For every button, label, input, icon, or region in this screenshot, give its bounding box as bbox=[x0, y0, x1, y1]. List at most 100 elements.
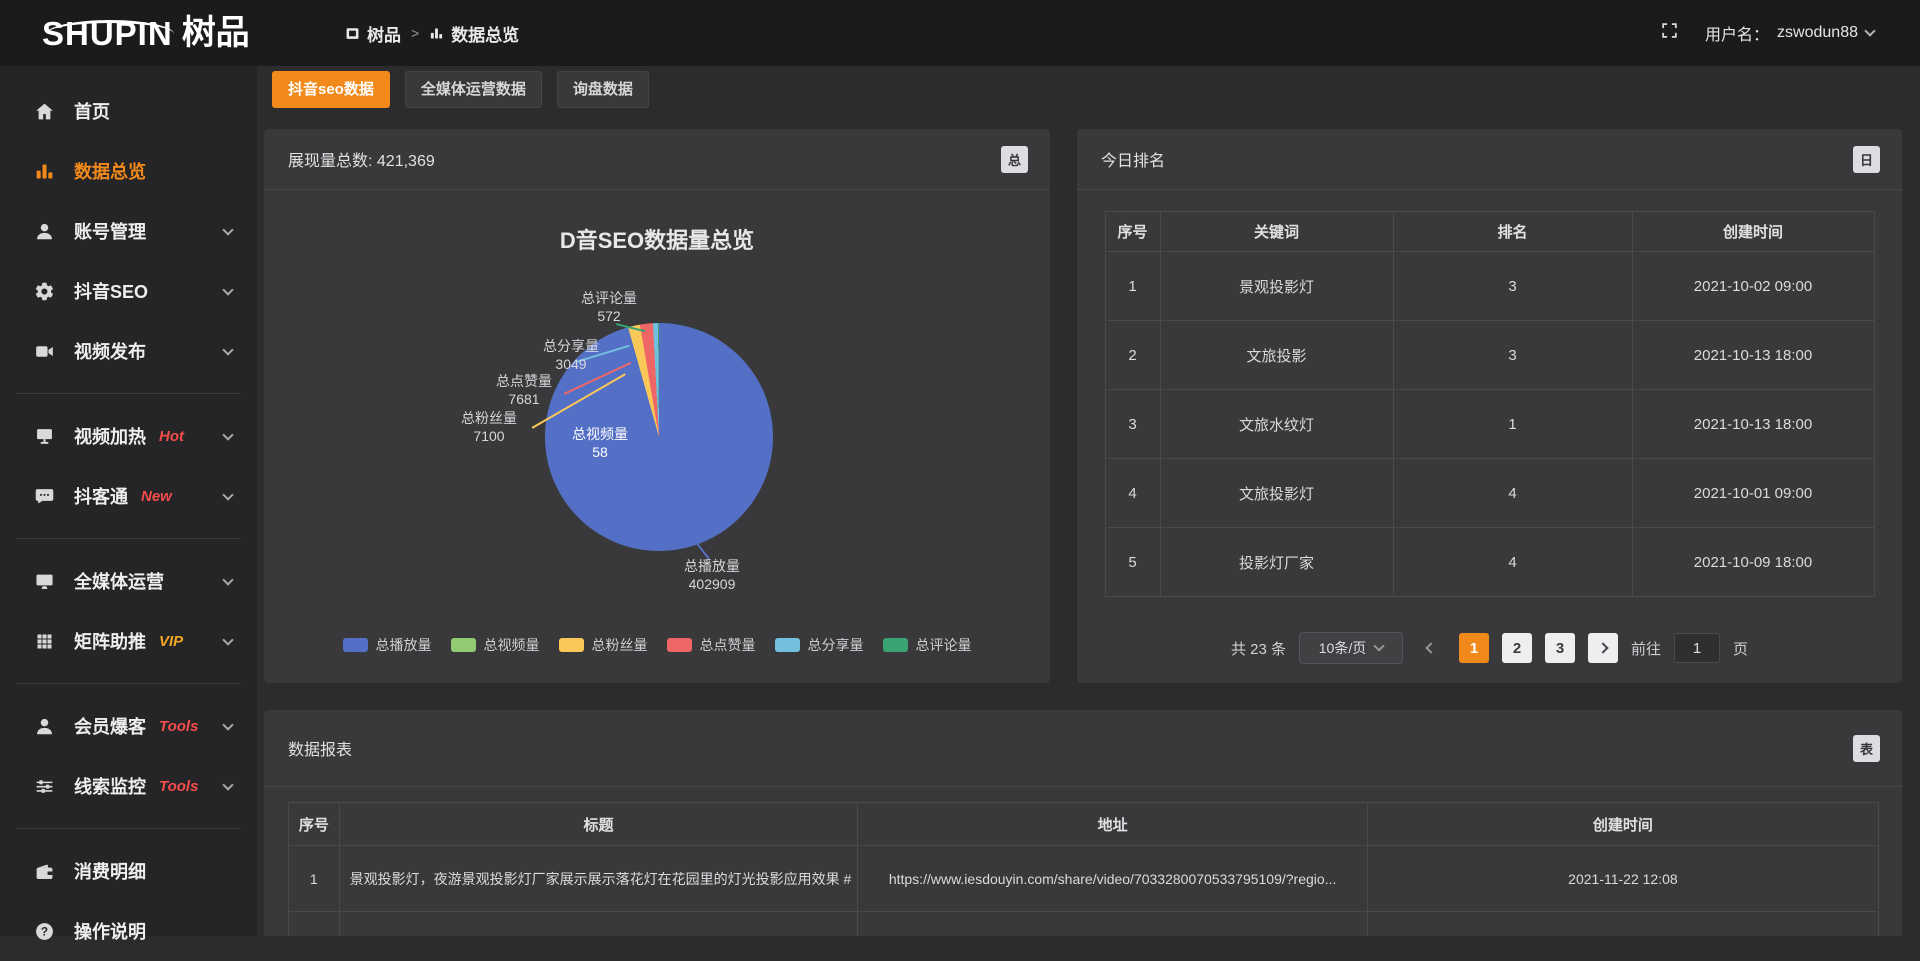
table-row bbox=[289, 912, 1879, 937]
sidebar-item-account[interactable]: 账号管理 bbox=[0, 201, 257, 261]
table-row: 2文旅投影 32021-10-13 18:00 bbox=[1105, 321, 1874, 390]
sidebar-item-consumption[interactable]: 消费明细 bbox=[0, 841, 257, 901]
sidebar-item-home[interactable]: 首页 bbox=[0, 81, 257, 141]
sidebar-item-help[interactable]: ? 操作说明 bbox=[0, 901, 257, 961]
breadcrumb-label: 树品 bbox=[367, 21, 401, 46]
sidebar-item-label: 视频发布 bbox=[74, 338, 146, 364]
video-link[interactable]: https://www.iesdouyin.com/share/video/70… bbox=[858, 846, 1368, 912]
breadcrumb: 树品 > 数据总览 bbox=[345, 21, 519, 46]
page-button-1[interactable]: 1 bbox=[1459, 633, 1489, 663]
legend-item[interactable]: 总分享量 bbox=[775, 635, 864, 655]
ranking-panel-header: 今日排名 日 bbox=[1077, 129, 1902, 190]
wallet-icon bbox=[34, 860, 58, 882]
col-created: 创建时间 bbox=[1632, 212, 1874, 252]
breadcrumb-separator: > bbox=[411, 25, 419, 41]
chart-panel-header: 展现量总数: 421,369 总 bbox=[264, 129, 1050, 190]
legend-item[interactable]: 总点赞量 bbox=[667, 635, 756, 655]
table-header-row: 序号 标题 地址 创建时间 bbox=[289, 803, 1879, 846]
impressions-label: 展现量总数: bbox=[288, 153, 372, 170]
table-row: 5投影灯厂家 42021-10-09 18:00 bbox=[1105, 528, 1874, 597]
chart-legend: 总播放量 总视频量 总粉丝量 总点赞量 总分享量 总评论量 bbox=[264, 635, 1050, 655]
legend-swatch bbox=[667, 638, 692, 652]
legend-item[interactable]: 总视频量 bbox=[451, 635, 540, 655]
legend-swatch bbox=[883, 638, 908, 652]
next-page-button[interactable] bbox=[1588, 633, 1618, 663]
pie-label-fans: 总粉丝量7100 bbox=[441, 409, 537, 445]
pie-label-shares: 总分享量3049 bbox=[523, 337, 619, 373]
window-icon bbox=[345, 26, 360, 41]
impressions-value: 421,369 bbox=[377, 153, 435, 170]
page-size-select[interactable]: 10条/页 bbox=[1299, 632, 1403, 664]
logo-text-cn: 树品 bbox=[182, 16, 250, 50]
tab-douyin-seo-data[interactable]: 抖音seo数据 bbox=[272, 71, 390, 108]
col-url: 地址 bbox=[858, 803, 1368, 846]
chevron-down-icon bbox=[222, 429, 233, 440]
sidebar-item-label: 线索监控 bbox=[74, 773, 146, 799]
sidebar-item-member-burst[interactable]: 会员爆客 Tools bbox=[0, 696, 257, 756]
topbar: SHUPIN 树品 树品 > 数据总览 用户名：zswodun88 bbox=[0, 0, 1920, 66]
legend-item[interactable]: 总评论量 bbox=[883, 635, 972, 655]
breadcrumb-item-home[interactable]: 树品 bbox=[345, 21, 401, 46]
page-button-2[interactable]: 2 bbox=[1502, 633, 1532, 663]
chart-icon bbox=[34, 160, 58, 182]
col-index: 序号 bbox=[1105, 212, 1160, 252]
sliders-icon bbox=[34, 775, 58, 797]
sidebar-item-douketong[interactable]: 抖客通 New bbox=[0, 466, 257, 526]
legend-item[interactable]: 总播放量 bbox=[343, 635, 432, 655]
legend-item[interactable]: 总粉丝量 bbox=[559, 635, 648, 655]
tab-media-operation-data[interactable]: 全媒体运营数据 bbox=[405, 71, 542, 108]
table-row: 4文旅投影灯 42021-10-01 09:00 bbox=[1105, 459, 1874, 528]
chart-title: D音SEO数据量总览 bbox=[264, 223, 1050, 255]
user-icon bbox=[34, 220, 58, 242]
main-content: 抖音seo数据 全媒体运营数据 询盘数据 展现量总数: 421,369 总 D音… bbox=[257, 66, 1920, 936]
prev-page-button[interactable] bbox=[1416, 633, 1446, 663]
table-row: 1 景观投影灯，夜游景观投影灯厂家展示展示落花灯在花园里的灯光投影应用效果 # … bbox=[289, 846, 1879, 912]
chevron-down-icon bbox=[222, 719, 233, 730]
member-icon bbox=[34, 715, 58, 737]
chevron-down-icon bbox=[222, 779, 233, 790]
total-badge-button[interactable]: 总 bbox=[1001, 146, 1028, 173]
sidebar-divider bbox=[16, 828, 241, 829]
fullscreen-icon[interactable] bbox=[1660, 21, 1679, 45]
sidebar-item-label: 全媒体运营 bbox=[74, 568, 164, 594]
chevron-right-icon bbox=[1597, 642, 1608, 653]
pie-label-likes: 总点赞量7681 bbox=[476, 372, 572, 408]
user-label: 用户名： bbox=[1705, 21, 1769, 45]
tools-badge: Tools bbox=[159, 778, 198, 795]
monitor-icon bbox=[34, 570, 58, 592]
help-icon: ? bbox=[34, 920, 58, 942]
sidebar-item-video-heat[interactable]: 视频加热 Hot bbox=[0, 406, 257, 466]
chevron-down-icon bbox=[1864, 25, 1875, 36]
pie-label-plays: 总播放量402909 bbox=[664, 557, 760, 593]
grid-icon bbox=[34, 630, 58, 652]
table-row: 1景观投影灯 32021-10-02 09:00 bbox=[1105, 252, 1874, 321]
video-icon bbox=[34, 340, 58, 362]
chevron-down-icon bbox=[222, 284, 233, 295]
sidebar-item-douyin-seo[interactable]: 抖音SEO bbox=[0, 261, 257, 321]
sidebar-item-media-operation[interactable]: 全媒体运营 bbox=[0, 551, 257, 611]
sidebar-item-video-publish[interactable]: 视频发布 bbox=[0, 321, 257, 381]
user-menu[interactable]: 用户名：zswodun88 bbox=[1705, 21, 1874, 45]
sidebar-item-label: 抖音SEO bbox=[74, 278, 148, 304]
sidebar-item-lead-monitor[interactable]: 线索监控 Tools bbox=[0, 756, 257, 816]
goto-page-input[interactable] bbox=[1674, 633, 1720, 663]
ranking-title: 今日排名 bbox=[1101, 147, 1165, 171]
sidebar-item-data-overview[interactable]: 数据总览 bbox=[0, 141, 257, 201]
table-badge-button[interactable]: 表 bbox=[1853, 735, 1880, 762]
sidebar-item-matrix-boost[interactable]: 矩阵助推 VIP bbox=[0, 611, 257, 671]
day-badge-button[interactable]: 日 bbox=[1853, 146, 1880, 173]
breadcrumb-label: 数据总览 bbox=[451, 21, 519, 46]
legend-swatch bbox=[775, 638, 800, 652]
legend-swatch bbox=[343, 638, 368, 652]
chevron-down-icon bbox=[222, 634, 233, 645]
tab-inquiry-data[interactable]: 询盘数据 bbox=[557, 71, 649, 108]
table-row: 3文旅水纹灯 12021-10-13 18:00 bbox=[1105, 390, 1874, 459]
today-ranking-panel: 今日排名 日 序号 关键词 排名 创建时间 1景观投影灯 32021-10-02… bbox=[1077, 129, 1902, 683]
legend-swatch bbox=[559, 638, 584, 652]
page-button-3[interactable]: 3 bbox=[1545, 633, 1575, 663]
col-title: 标题 bbox=[339, 803, 858, 846]
chevron-down-icon bbox=[222, 224, 233, 235]
pie-label-videos: 总视频量58 bbox=[552, 425, 648, 461]
new-badge: New bbox=[141, 488, 172, 505]
breadcrumb-item-current[interactable]: 数据总览 bbox=[429, 21, 519, 46]
